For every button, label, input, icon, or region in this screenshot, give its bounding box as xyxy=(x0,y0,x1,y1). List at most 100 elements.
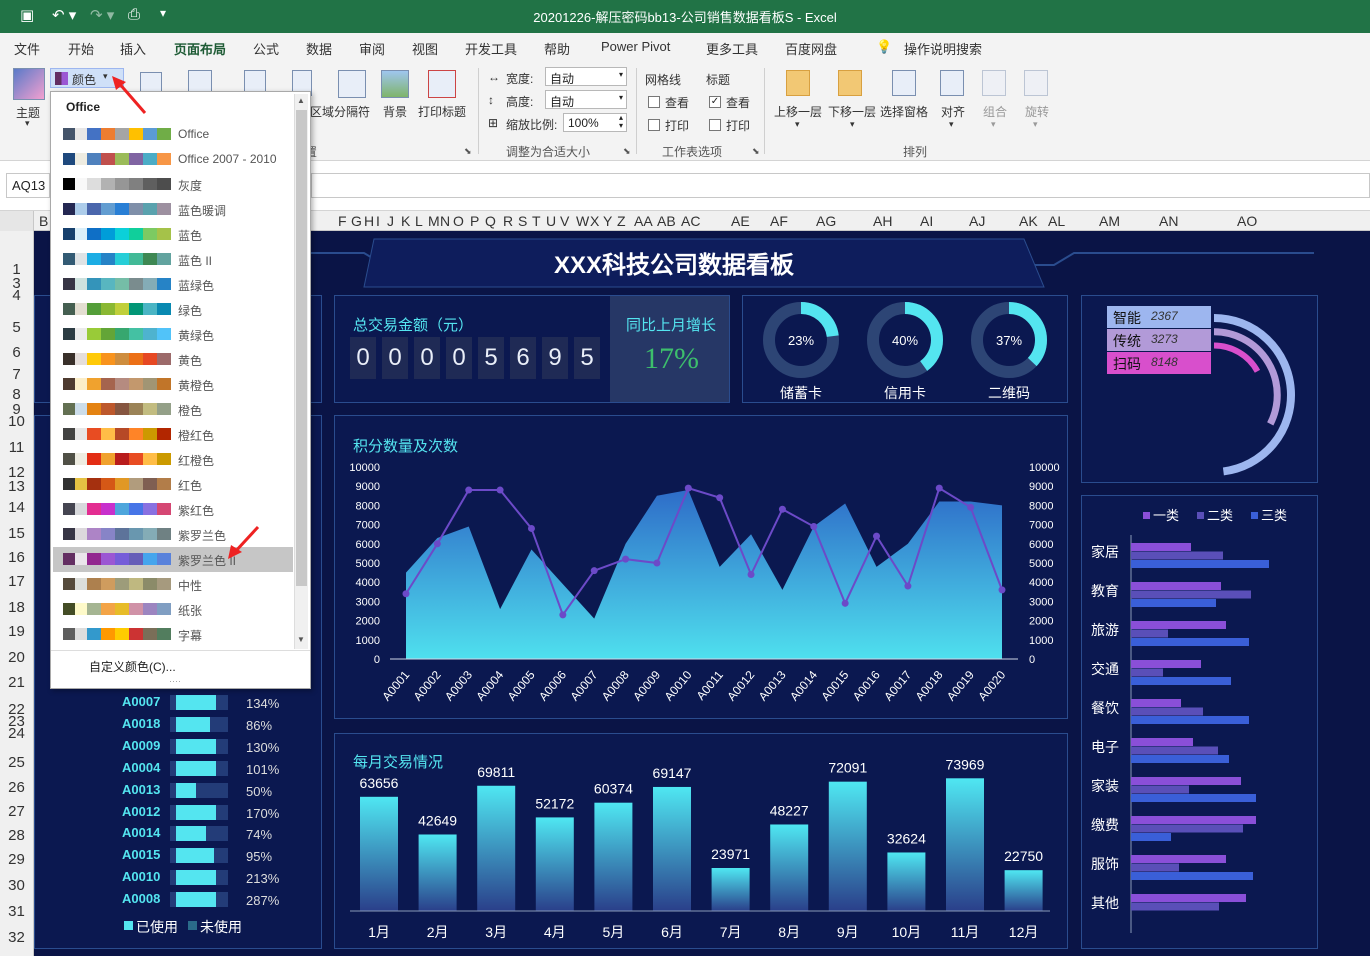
headings-view-checkbox[interactable]: ✓ xyxy=(709,96,721,108)
row-header-32[interactable]: 32 xyxy=(0,929,33,946)
tab-review[interactable]: 审阅 xyxy=(359,39,385,58)
column-header-ak[interactable]: AK xyxy=(1019,213,1038,229)
color-scheme-item[interactable]: 蓝色暖调 xyxy=(53,197,293,222)
color-scheme-item[interactable]: 绿色 xyxy=(53,297,293,322)
color-scheme-item[interactable]: 橙红色 xyxy=(53,422,293,447)
column-header-y[interactable]: Y xyxy=(603,213,612,229)
row-header-13[interactable]: 13 xyxy=(0,478,33,495)
selection-pane-label[interactable]: 选择窗格 xyxy=(880,103,928,120)
column-header-aj[interactable]: AJ xyxy=(969,213,985,229)
scale-spinner[interactable]: 100% ▴ ▾ xyxy=(563,113,627,132)
row-header-27[interactable]: 27 xyxy=(0,803,33,820)
row-header-18[interactable]: 18 xyxy=(0,599,33,616)
selection-pane-icon[interactable] xyxy=(892,70,916,96)
width-select[interactable]: 自动 ▾ xyxy=(545,67,627,86)
row-header-5[interactable]: 5 xyxy=(0,319,33,336)
print-titles-icon[interactable] xyxy=(428,70,456,98)
column-header-b[interactable]: B xyxy=(39,213,48,229)
custom-colors-item[interactable]: 自定义颜色(C)... xyxy=(89,658,176,675)
column-header-m[interactable]: M xyxy=(428,213,440,229)
row-header-21[interactable]: 21 xyxy=(0,674,33,691)
row-header-29[interactable]: 29 xyxy=(0,851,33,868)
tab-insert[interactable]: 插入 xyxy=(120,39,146,58)
column-header-v[interactable]: V xyxy=(560,213,569,229)
color-scheme-item[interactable]: 黄橙色 xyxy=(53,372,293,397)
breaks-label[interactable]: 分隔符 xyxy=(334,103,370,120)
color-scheme-item[interactable]: 纸张 xyxy=(53,597,293,622)
column-header-h[interactable]: H xyxy=(364,213,374,229)
headings-print-checkbox[interactable] xyxy=(709,119,721,131)
column-header-ac[interactable]: AC xyxy=(681,213,700,229)
page-setup-launcher-icon[interactable]: ⬊ xyxy=(464,146,472,157)
tab-baidu-disk[interactable]: 百度网盘 xyxy=(785,39,837,58)
print-area-label[interactable]: 区域 xyxy=(310,103,334,120)
scroll-thumb[interactable] xyxy=(296,110,307,586)
row-header-11[interactable]: 11 xyxy=(0,439,33,456)
color-scheme-item[interactable]: 蓝绿色 xyxy=(53,272,293,297)
color-scheme-item[interactable]: 蓝色 II xyxy=(53,247,293,272)
tab-developer[interactable]: 开发工具 xyxy=(465,39,517,58)
tab-more-tools[interactable]: 更多工具 xyxy=(706,39,758,58)
column-header-al[interactable]: AL xyxy=(1048,213,1065,229)
column-header-o[interactable]: O xyxy=(453,213,464,229)
tab-formulas[interactable]: 公式 xyxy=(253,39,279,58)
tell-me-search[interactable]: 操作说明搜索 xyxy=(904,39,982,58)
rotate-label[interactable]: 旋转 xyxy=(1025,103,1049,120)
group-icon[interactable] xyxy=(982,70,1006,96)
row-header-17[interactable]: 17 xyxy=(0,573,33,590)
column-header-k[interactable]: K xyxy=(401,213,410,229)
name-box[interactable]: AQ13 xyxy=(6,173,50,198)
column-header-an[interactable]: AN xyxy=(1159,213,1178,229)
column-header-u[interactable]: U xyxy=(546,213,556,229)
row-header-25[interactable]: 25 xyxy=(0,754,33,771)
align-icon[interactable] xyxy=(940,70,964,96)
row-header-19[interactable]: 19 xyxy=(0,623,33,640)
column-header-i[interactable]: I xyxy=(376,213,380,229)
column-header-ai[interactable]: AI xyxy=(920,213,933,229)
formula-input[interactable] xyxy=(311,173,1370,198)
send-backward-icon[interactable] xyxy=(838,70,862,96)
color-scheme-item[interactable]: 字幕 xyxy=(53,622,293,647)
column-header-n[interactable]: N xyxy=(440,213,450,229)
color-scheme-item[interactable]: 蓝色 xyxy=(53,222,293,247)
row-header-6[interactable]: 6 xyxy=(0,344,33,361)
row-header-31[interactable]: 31 xyxy=(0,903,33,920)
scroll-up-icon[interactable]: ▲ xyxy=(297,96,305,105)
spinner-icon[interactable]: ▴ ▾ xyxy=(619,114,623,130)
dropdown-scrollbar[interactable]: ▲ ▼ xyxy=(294,94,308,649)
column-header-s[interactable]: S xyxy=(518,213,527,229)
color-scheme-item[interactable]: 紫罗兰色 II xyxy=(53,547,293,572)
column-header-w[interactable]: W xyxy=(576,213,589,229)
gridlines-print-checkbox[interactable] xyxy=(648,119,660,131)
column-header-j[interactable]: J xyxy=(387,213,394,229)
tab-power-pivot[interactable]: Power Pivot xyxy=(601,39,670,54)
color-scheme-item[interactable]: Office 2007 - 2010 xyxy=(53,147,293,172)
column-header-ah[interactable]: AH xyxy=(873,213,892,229)
color-scheme-item[interactable]: 红橙色 xyxy=(53,447,293,472)
tab-home[interactable]: 开始 xyxy=(68,39,94,58)
gridlines-view-checkbox[interactable] xyxy=(648,96,660,108)
color-scheme-item[interactable]: 红色 xyxy=(53,472,293,497)
align-label[interactable]: 对齐 xyxy=(941,103,965,120)
row-header-24[interactable]: 24 xyxy=(0,725,33,742)
column-header-ag[interactable]: AG xyxy=(816,213,836,229)
breaks-icon[interactable] xyxy=(338,70,366,98)
column-header-q[interactable]: Q xyxy=(485,213,496,229)
color-scheme-item[interactable]: 灰度 xyxy=(53,172,293,197)
bring-forward-icon[interactable] xyxy=(786,70,810,96)
bring-forward-label[interactable]: 上移一层 xyxy=(774,103,822,120)
row-header-10[interactable]: 10 xyxy=(0,413,33,430)
height-select[interactable]: 自动 ▾ xyxy=(545,90,627,109)
column-header-x[interactable]: X xyxy=(590,213,599,229)
column-header-g[interactable]: G xyxy=(351,213,362,229)
tab-data[interactable]: 数据 xyxy=(306,39,332,58)
column-header-f[interactable]: F xyxy=(338,213,347,229)
row-header-7[interactable]: 7 xyxy=(0,366,33,383)
column-header-ae[interactable]: AE xyxy=(731,213,750,229)
tab-view[interactable]: 视图 xyxy=(412,39,438,58)
column-header-am[interactable]: AM xyxy=(1099,213,1120,229)
group-label[interactable]: 组合 xyxy=(983,103,1007,120)
tab-file[interactable]: 文件 xyxy=(14,39,40,58)
column-header-ao[interactable]: AO xyxy=(1237,213,1257,229)
column-header-p[interactable]: P xyxy=(470,213,479,229)
